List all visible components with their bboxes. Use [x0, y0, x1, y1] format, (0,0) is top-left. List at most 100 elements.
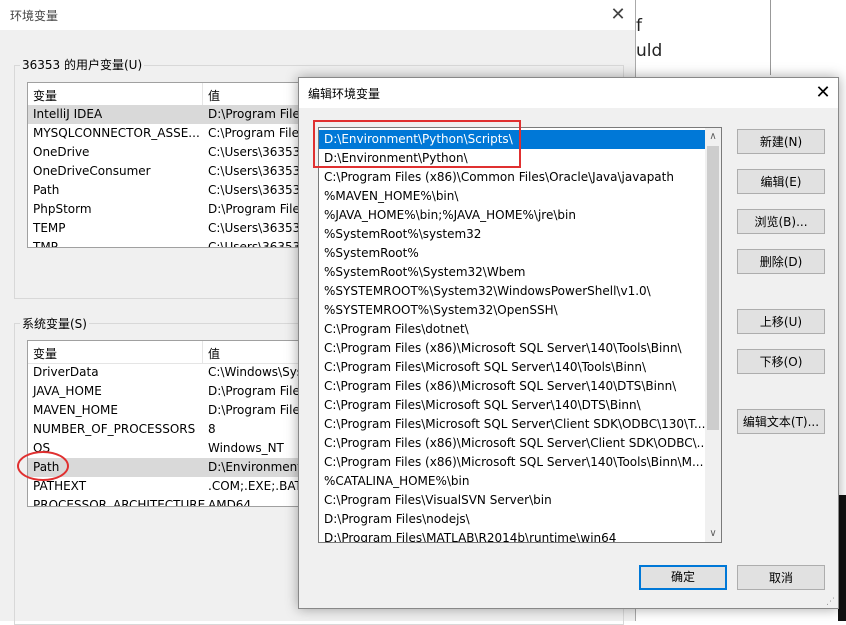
delete-button[interactable]: 删除(D)	[737, 249, 825, 274]
system-variables-label: 系统变量(S)	[20, 315, 89, 332]
path-entry[interactable]: %SYSTEMROOT%\System32\OpenSSH\	[319, 301, 705, 320]
user-variable-row[interactable]: OneDriveConsumer C:\Users\36353\	[28, 162, 328, 181]
ok-button[interactable]: 确定	[639, 565, 727, 590]
column-separator[interactable]	[202, 341, 203, 363]
variable-value: D:\Program Files	[208, 403, 307, 417]
path-entries-list[interactable]: D:\Environment\Python\Scripts\ D:\Enviro…	[318, 127, 722, 543]
path-entry[interactable]: %SystemRoot%\system32	[319, 225, 705, 244]
path-entry-text: %MAVEN_HOME%\bin\	[324, 189, 459, 203]
user-variable-row[interactable]: MYSQLCONNECTOR_ASSE... C:\Program Files	[28, 124, 328, 143]
path-entry[interactable]: %CATALINA_HOME%\bin	[319, 472, 705, 491]
env-dialog-titlebar: 环境变量 ✕	[0, 0, 635, 30]
path-entry[interactable]: C:\Program Files\Microsoft SQL Server\Cl…	[319, 415, 705, 434]
system-variable-row[interactable]: PATHEXT .COM;.EXE;.BAT;	[28, 477, 328, 496]
variable-value: C:\Program Files	[208, 126, 306, 140]
column-header-value[interactable]: 值	[208, 87, 220, 104]
path-entry-text: D:\Program Files\nodejs\	[324, 512, 470, 526]
system-variable-row[interactable]: MAVEN_HOME D:\Program Files	[28, 401, 328, 420]
variable-value: D:\Program Files	[208, 384, 307, 398]
user-variable-row[interactable]: TEMP C:\Users\36353\	[28, 219, 328, 238]
variable-value: C:\Windows\Sys	[208, 365, 304, 379]
user-variable-row[interactable]: PhpStorm D:\Program Files	[28, 200, 328, 219]
user-variable-row[interactable]: TMP C:\Users\36353\	[28, 238, 328, 248]
column-separator[interactable]	[202, 83, 203, 105]
variable-value: D:\Environment\	[208, 460, 306, 474]
path-entry-text: C:\Program Files (x86)\Microsoft SQL Ser…	[324, 436, 705, 450]
system-variable-row[interactable]: OS Windows_NT	[28, 439, 328, 458]
path-entry[interactable]: %SystemRoot%	[319, 244, 705, 263]
column-header-name[interactable]: 变量	[33, 345, 57, 362]
resize-grip-icon[interactable]: ⋰	[826, 597, 836, 607]
variable-name: TMP	[33, 240, 58, 248]
path-entry[interactable]: C:\Program Files (x86)\Microsoft SQL Ser…	[319, 377, 705, 396]
background-divider	[770, 0, 771, 75]
background-text-line: f	[636, 16, 642, 36]
edit-dialog-title: 编辑环境变量	[308, 87, 381, 101]
move-up-button[interactable]: 上移(U)	[737, 309, 825, 334]
path-entry[interactable]: %SYSTEMROOT%\System32\WindowsPowerShell\…	[319, 282, 705, 301]
path-entry-text: %SYSTEMROOT%\System32\OpenSSH\	[324, 303, 558, 317]
path-entry[interactable]: %SystemRoot%\System32\Wbem	[319, 263, 705, 282]
variable-name: TEMP	[33, 221, 66, 235]
variable-name: JAVA_HOME	[33, 384, 102, 398]
path-entry[interactable]: D:\Program Files\nodejs\	[319, 510, 705, 529]
system-variable-row[interactable]: DriverData C:\Windows\Sys	[28, 363, 328, 382]
edit-dialog-titlebar: 编辑环境变量 ✕	[299, 78, 838, 108]
path-entry[interactable]: C:\Program Files (x86)\Microsoft SQL Ser…	[319, 339, 705, 358]
variable-value: C:\Users\36353\	[208, 183, 305, 197]
path-variable-highlight	[17, 451, 69, 481]
path-entry[interactable]: C:\Program Files (x86)\Common Files\Orac…	[319, 168, 705, 187]
path-entry-text: C:\Program Files (x86)\Microsoft SQL Ser…	[324, 341, 682, 355]
path-entry-text: C:\Program Files\Microsoft SQL Server\14…	[324, 398, 641, 412]
variable-value: C:\Users\36353\	[208, 164, 305, 178]
edit-text-button[interactable]: 编辑文本(T)...	[737, 409, 825, 434]
path-entry[interactable]: C:\Program Files\VisualSVN Server\bin	[319, 491, 705, 510]
browse-button[interactable]: 浏览(B)...	[737, 209, 825, 234]
system-variable-row[interactable]: PROCESSOR_ARCHITECTURE AMD64	[28, 496, 328, 506]
env-dialog-close-icon[interactable]: ✕	[605, 2, 631, 28]
scrollbar-thumb[interactable]	[707, 146, 719, 430]
path-entry-text: %JAVA_HOME%\bin;%JAVA_HOME%\jre\bin	[324, 208, 576, 222]
column-header-name[interactable]: 变量	[33, 87, 57, 104]
path-entry[interactable]: C:\Program Files\Microsoft SQL Server\14…	[319, 358, 705, 377]
scroll-down-icon[interactable]: ∨	[705, 525, 721, 542]
variable-name: IntelliJ IDEA	[33, 107, 103, 121]
variable-value: D:\Program Files	[208, 107, 307, 121]
background-text-line: uld	[636, 41, 663, 61]
variable-name: MYSQLCONNECTOR_ASSE...	[33, 126, 200, 140]
env-dialog-title: 环境变量	[10, 9, 59, 23]
move-down-button[interactable]: 下移(O)	[737, 349, 825, 374]
system-variable-row[interactable]: JAVA_HOME D:\Program Files	[28, 382, 328, 401]
edit-dialog-close-icon[interactable]: ✕	[811, 80, 835, 106]
path-entry[interactable]: C:\Program Files (x86)\Microsoft SQL Ser…	[319, 434, 705, 453]
user-variable-row[interactable]: IntelliJ IDEA D:\Program Files	[28, 105, 328, 124]
system-variable-row-path[interactable]: Path D:\Environment\	[28, 458, 328, 477]
column-header-value[interactable]: 值	[208, 345, 220, 362]
variable-value: 8	[208, 422, 216, 436]
path-entry-text: C:\Program Files (x86)\Common Files\Orac…	[324, 170, 674, 184]
path-entry[interactable]: %JAVA_HOME%\bin;%JAVA_HOME%\jre\bin	[319, 206, 705, 225]
path-entry-text: %CATALINA_HOME%\bin	[324, 474, 470, 488]
variable-value: .COM;.EXE;.BAT;	[208, 479, 306, 493]
path-entry[interactable]: %MAVEN_HOME%\bin\	[319, 187, 705, 206]
path-entry[interactable]: C:\Program Files (x86)\Microsoft SQL Ser…	[319, 453, 705, 472]
system-variable-row[interactable]: NUMBER_OF_PROCESSORS 8	[28, 420, 328, 439]
user-variable-row[interactable]: Path C:\Users\36353\	[28, 181, 328, 200]
new-button[interactable]: 新建(N)	[737, 129, 825, 154]
user-variables-list[interactable]: 变量 值 IntelliJ IDEA D:\Program Files MYSQL…	[27, 82, 329, 248]
user-variable-row[interactable]: OneDrive C:\Users\36353\	[28, 143, 328, 162]
path-entry[interactable]: C:\Program Files\dotnet\	[319, 320, 705, 339]
path-entry-text: %SystemRoot%\System32\Wbem	[324, 265, 526, 279]
cancel-button[interactable]: 取消	[737, 565, 825, 590]
system-variables-list[interactable]: 变量 值 DriverData C:\Windows\Sys JAVA_HOME D…	[27, 340, 329, 507]
path-list-scrollbar[interactable]: ∧ ∨	[705, 128, 721, 542]
scroll-up-icon[interactable]: ∧	[705, 128, 721, 145]
path-entry[interactable]: D:\Program Files\MATLAB\R2014b\runtime\w…	[319, 529, 705, 542]
edit-button[interactable]: 编辑(E)	[737, 169, 825, 194]
path-entry-text: C:\Program Files\Microsoft SQL Server\14…	[324, 360, 647, 374]
path-entry[interactable]: C:\Program Files\Microsoft SQL Server\14…	[319, 396, 705, 415]
variable-name: MAVEN_HOME	[33, 403, 118, 417]
variable-name: OneDriveConsumer	[33, 164, 151, 178]
variable-name: PhpStorm	[33, 202, 92, 216]
path-entry-text: C:\Program Files\Microsoft SQL Server\Cl…	[324, 417, 705, 431]
